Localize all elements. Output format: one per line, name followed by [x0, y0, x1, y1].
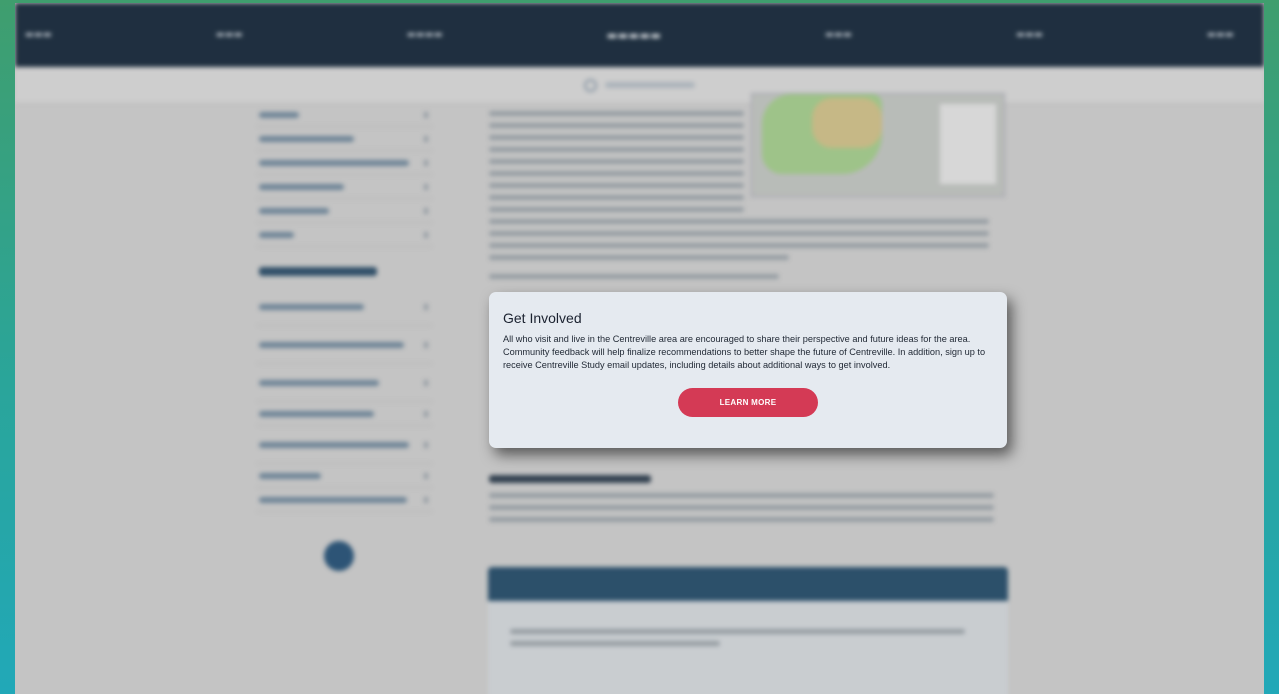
popup-button-row: LEARN MORE [503, 387, 993, 417]
get-involved-popup: Get Involved All who visit and live in t… [489, 292, 1007, 448]
learn-more-button[interactable]: LEARN MORE [678, 387, 818, 417]
popup-title: Get Involved [503, 310, 582, 326]
popup-body-text: All who visit and live in the Centrevill… [503, 334, 986, 371]
